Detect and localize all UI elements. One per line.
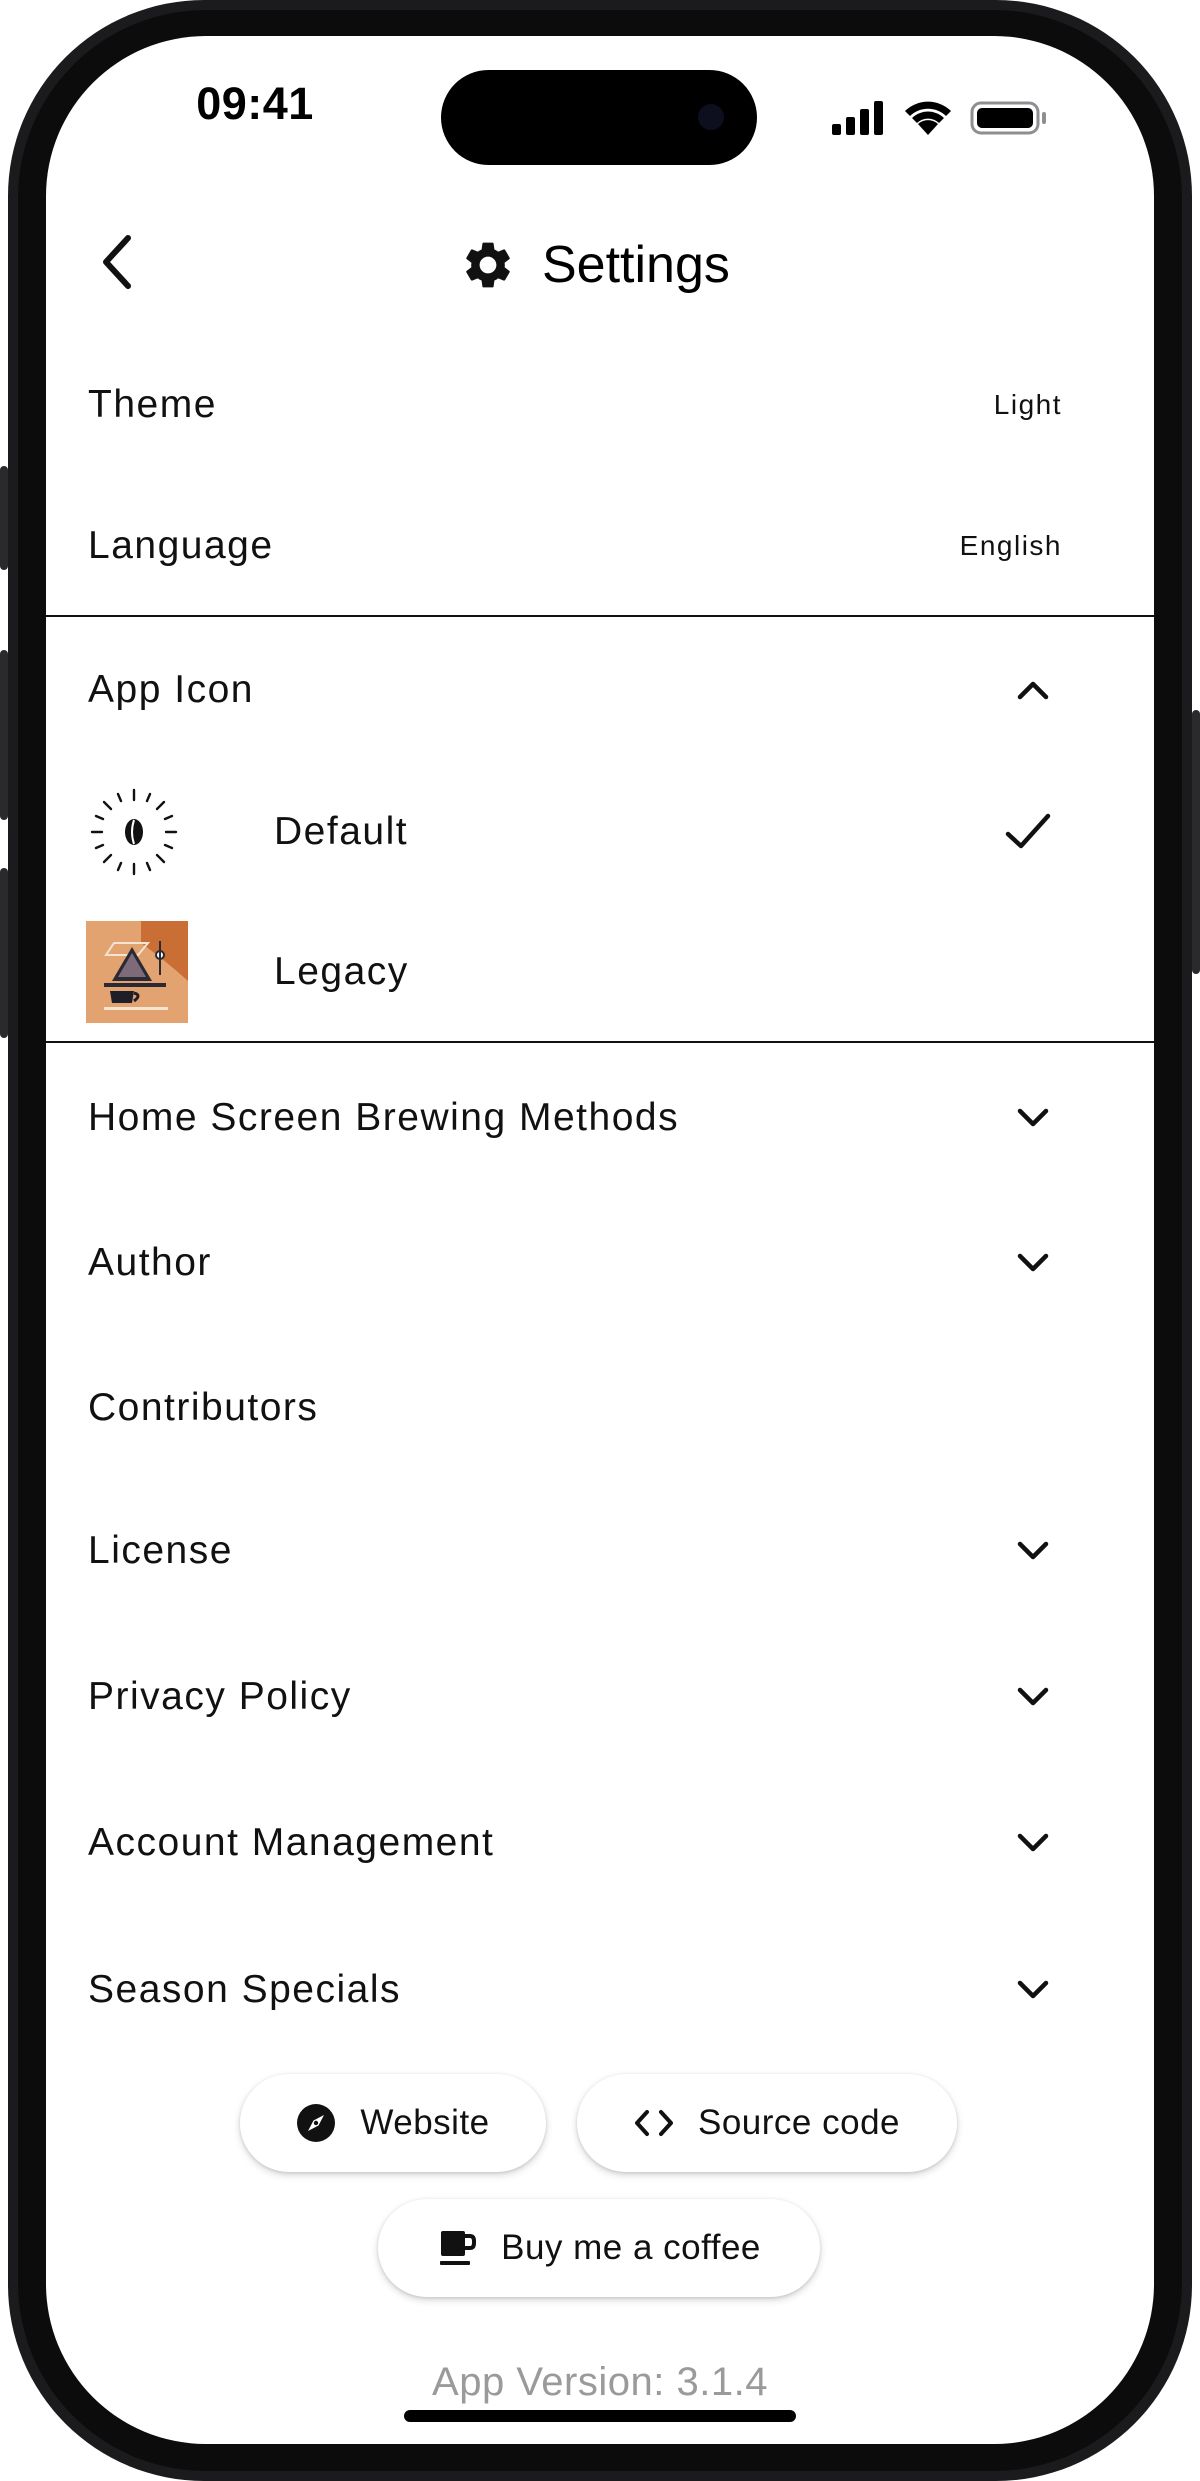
- coffee-cup-icon: [440, 2231, 477, 2265]
- season-specials-setting[interactable]: Season Specials: [46, 1920, 1154, 2060]
- row-label: Privacy Policy: [88, 1675, 352, 1718]
- status-time: 09:41: [196, 78, 314, 129]
- source-code-button[interactable]: Source code: [577, 2074, 957, 2172]
- legacy-brewing-icon: [86, 921, 188, 1023]
- cellular-signal-icon: [832, 101, 883, 135]
- language-setting[interactable]: Language English: [46, 476, 1154, 616]
- app-icon-setting[interactable]: App Icon: [46, 620, 1154, 760]
- battery-icon: [970, 101, 1046, 135]
- chevron-down-icon: [1017, 1687, 1049, 1706]
- row-label: Season Specials: [88, 1968, 402, 2011]
- gear-icon: [466, 242, 510, 288]
- app-icon-option-legacy[interactable]: Legacy: [46, 902, 1154, 1042]
- theme-setting[interactable]: Theme Light: [46, 335, 1154, 475]
- coffee-bean-sun-icon: [90, 788, 178, 876]
- divider: [46, 1041, 1154, 1043]
- chevron-down-icon: [1017, 1108, 1049, 1127]
- code-icon: [634, 2110, 673, 2136]
- action-button: [0, 466, 8, 570]
- account-management-setting[interactable]: Account Management: [46, 1773, 1154, 1913]
- front-camera: [698, 104, 724, 130]
- theme-label: Theme: [88, 383, 217, 426]
- back-button[interactable]: [96, 232, 140, 292]
- privacy-policy-setting[interactable]: Privacy Policy: [46, 1627, 1154, 1767]
- chevron-up-icon: [1017, 681, 1049, 700]
- app-icon-option-default[interactable]: Default: [46, 762, 1154, 902]
- language-label: Language: [88, 524, 274, 567]
- row-label: Contributors: [88, 1386, 319, 1429]
- app-icon-option-label: Default: [274, 810, 409, 853]
- volume-down-button: [0, 868, 8, 1038]
- divider: [46, 615, 1154, 617]
- volume-up-button: [0, 650, 8, 820]
- home-screen-brewing-methods-setting[interactable]: Home Screen Brewing Methods: [46, 1048, 1154, 1188]
- author-setting[interactable]: Author: [46, 1193, 1154, 1333]
- buy-me-a-coffee-button[interactable]: Buy me a coffee: [378, 2199, 820, 2297]
- home-indicator[interactable]: [404, 2410, 796, 2422]
- contributors-setting[interactable]: Contributors: [46, 1338, 1154, 1478]
- language-value: English: [959, 530, 1062, 561]
- chevron-left-icon: [103, 235, 131, 289]
- row-label: License: [88, 1529, 233, 1572]
- app-icon-option-label: Legacy: [274, 950, 409, 993]
- chevron-down-icon: [1017, 1980, 1049, 1999]
- row-label: Account Management: [88, 1821, 495, 1864]
- license-setting[interactable]: License: [46, 1481, 1154, 1621]
- compass-icon: [297, 2104, 336, 2142]
- status-icons: [828, 98, 1058, 143]
- row-label: Author: [88, 1241, 212, 1284]
- power-button: [1192, 710, 1200, 974]
- buy-me-a-coffee-label: Buy me a coffee: [501, 2228, 761, 2267]
- chevron-down-icon: [1017, 1541, 1049, 1560]
- row-label: Home Screen Brewing Methods: [88, 1096, 680, 1139]
- page-title-group: Settings: [460, 230, 730, 300]
- app-version: App Version: 3.1.4: [432, 2360, 768, 2404]
- website-label: Website: [360, 2103, 490, 2142]
- website-button[interactable]: Website: [240, 2074, 546, 2172]
- wifi-icon: [905, 101, 951, 135]
- app-icon-label: App Icon: [88, 668, 254, 711]
- chevron-down-icon: [1017, 1253, 1049, 1272]
- chevron-down-icon: [1017, 1833, 1049, 1852]
- checkmark-icon: [1005, 813, 1051, 849]
- source-code-label: Source code: [697, 2103, 901, 2142]
- page-title: Settings: [542, 236, 730, 294]
- theme-value: Light: [993, 389, 1062, 420]
